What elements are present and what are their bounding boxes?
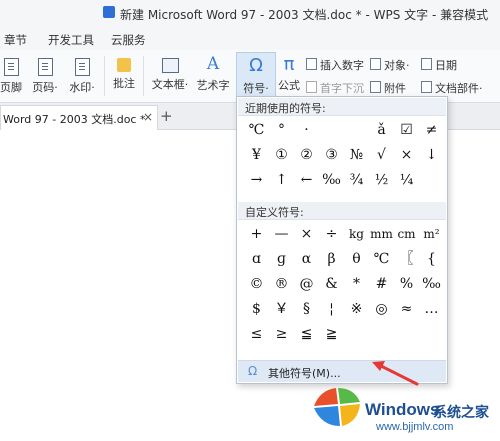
windows-logo-icon xyxy=(314,388,360,426)
watermark-url: www.bjjmlv.com xyxy=(376,421,454,433)
red-arrow-annotation xyxy=(372,361,419,386)
watermark-brand: Windows xyxy=(365,400,440,419)
watermark-brand-cn: 系统之家 xyxy=(433,405,489,421)
